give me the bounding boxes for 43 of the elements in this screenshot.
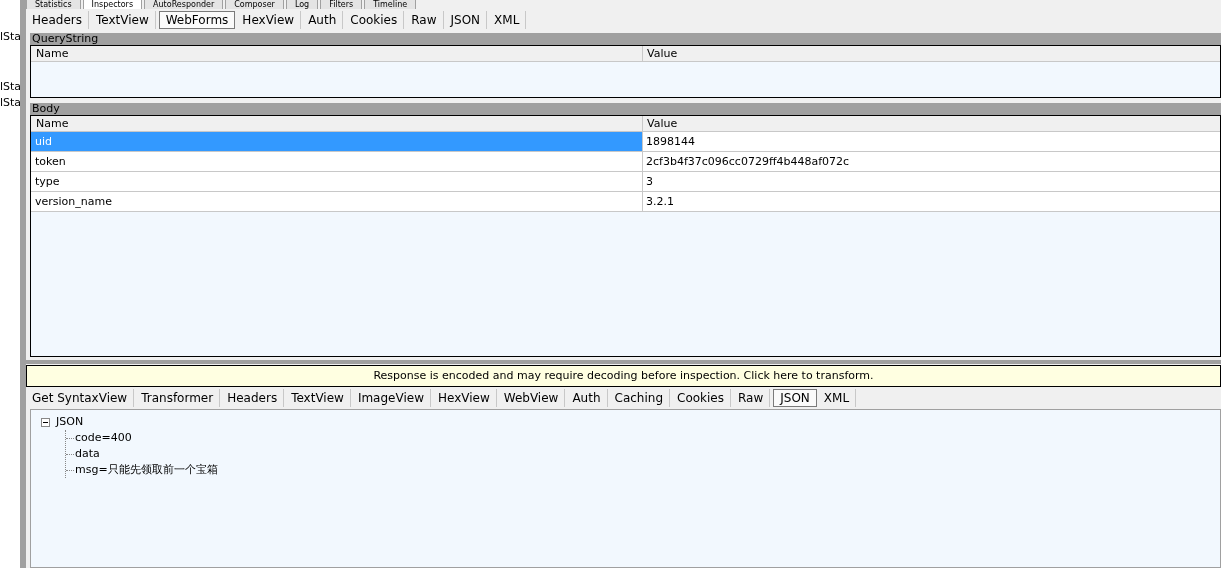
tab[interactable]: JSON — [773, 389, 817, 407]
tab[interactable]: Cookies — [671, 389, 731, 407]
decode-notice[interactable]: Response is encoded and may require decoding before inspection. Click here to transform. — [26, 365, 1221, 387]
tab[interactable]: Auth — [566, 389, 608, 407]
tab[interactable]: XML — [817, 389, 857, 407]
table-cell: uid — [31, 132, 643, 151]
tab[interactable]: Cookies — [344, 11, 405, 29]
tab[interactable]: ImageView — [351, 389, 431, 407]
tree-node[interactable]: JSON — [56, 414, 84, 430]
table-row[interactable]: token 2cf3b4f37c096cc0729ff4b448af072c — [31, 152, 1220, 172]
table-row[interactable]: uid 1898144 — [31, 132, 1220, 152]
section-header: QueryString — [30, 33, 1221, 45]
tab[interactable]: Headers — [221, 389, 285, 407]
tab[interactable]: TextView — [89, 11, 156, 29]
session-item[interactable]: lSta — [0, 29, 20, 45]
tab[interactable]: Get SyntaxView — [26, 389, 135, 407]
session-item[interactable]: lSta — [0, 95, 20, 111]
tree-node[interactable]: msg=只能先领取前一个宝箱 — [75, 462, 218, 478]
tree-node[interactable]: data — [75, 446, 100, 462]
tab[interactable]: XML — [488, 11, 527, 29]
tab[interactable]: Caching — [608, 389, 670, 407]
tree-node[interactable]: code=400 — [75, 430, 132, 446]
column-header[interactable]: Value — [643, 46, 1220, 61]
table-row[interactable]: type 3 — [31, 172, 1220, 192]
column-header[interactable]: Name — [31, 46, 643, 61]
tab[interactable]: TextView — [285, 389, 351, 407]
column-header[interactable]: Name — [31, 116, 643, 131]
table-cell: 1898144 — [643, 132, 1220, 151]
tab[interactable]: HexView — [236, 11, 302, 29]
tab[interactable]: JSON — [444, 11, 488, 29]
tab[interactable]: Auth — [302, 11, 344, 29]
tab[interactable]: WebForms — [158, 11, 236, 29]
section-header: Body — [30, 103, 1221, 115]
tab[interactable]: Raw — [405, 11, 444, 29]
tab[interactable]: Headers — [26, 11, 89, 29]
tab[interactable]: WebView — [497, 389, 566, 407]
column-header[interactable]: Value — [643, 116, 1220, 131]
tab[interactable]: Transformer — [135, 389, 221, 407]
tab[interactable]: HexView — [431, 389, 497, 407]
session-item[interactable]: lSta — [0, 79, 20, 95]
tab[interactable]: Raw — [732, 389, 771, 407]
collapse-toggle[interactable] — [41, 417, 50, 427]
table-row[interactable]: version_name 3.2.1 — [31, 192, 1220, 212]
